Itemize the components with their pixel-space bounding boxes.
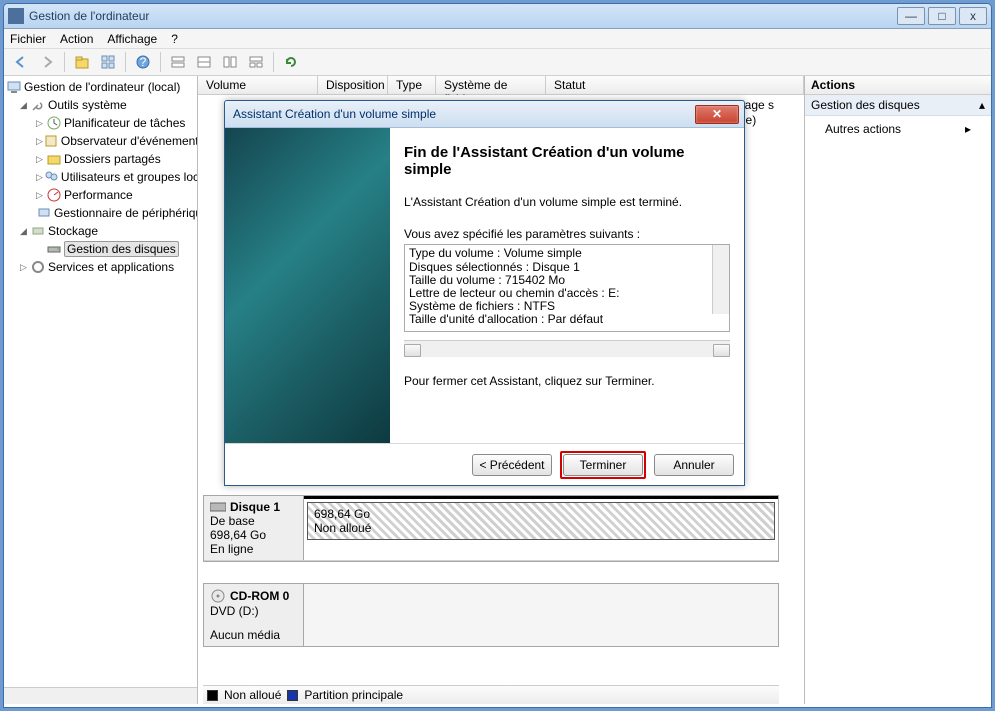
disk-icon — [46, 241, 62, 257]
wizard-done-text: L'Assistant Création d'un volume simple … — [404, 194, 730, 210]
legend: Non alloué Partition principale — [203, 685, 779, 704]
up-button[interactable] — [71, 51, 93, 73]
menu-help[interactable]: ? — [171, 32, 178, 46]
cdrom-icon — [210, 588, 226, 604]
menubar: Fichier Action Affichage ? — [4, 29, 991, 49]
tools-icon — [30, 97, 46, 113]
tree-pane: Gestion de l'ordinateur (local) ◢ Outils… — [4, 76, 198, 704]
services-icon — [30, 259, 46, 275]
wizard-banner — [225, 128, 390, 443]
disk-icon — [210, 501, 226, 513]
cancel-button[interactable]: Annuler — [654, 454, 734, 476]
collapse-icon: ▴ — [979, 98, 985, 112]
cdrom-info[interactable]: CD-ROM 0 DVD (D:) Aucun média — [204, 584, 304, 646]
tree-users[interactable]: ▷Utilisateurs et groupes locaux — [4, 168, 197, 186]
svg-text:?: ? — [140, 55, 147, 69]
wizard-buttons: < Précédent Terminer Annuler — [225, 443, 744, 485]
summary-vscroll[interactable] — [712, 245, 729, 314]
summary-hscroll[interactable] — [404, 340, 730, 357]
event-icon — [43, 133, 59, 149]
wizard-heading: Fin de l'Assistant Création d'un volume … — [404, 144, 730, 178]
close-button[interactable]: x — [959, 7, 987, 25]
finish-highlight: Terminer — [560, 451, 646, 479]
view1-button[interactable] — [167, 51, 189, 73]
volume-columns: Volume Disposition Type Système de fichi… — [198, 76, 804, 95]
forward-button[interactable] — [36, 51, 58, 73]
tree-shared[interactable]: ▷Dossiers partagés — [4, 150, 197, 168]
toolbar: ? — [4, 49, 991, 76]
disk-1-unallocated[interactable]: 698,64 Go Non alloué — [307, 502, 775, 540]
actions-diskmgmt[interactable]: Gestion des disques▴ — [805, 95, 991, 116]
wizard-params-intro: Vous avez spécifié les paramètres suivan… — [404, 226, 730, 242]
col-volume[interactable]: Volume — [198, 76, 318, 94]
titlebar[interactable]: Gestion de l'ordinateur — □ x — [4, 4, 991, 29]
cdrom-panel: CD-ROM 0 DVD (D:) Aucun média — [203, 583, 779, 647]
legend-unalloc-swatch — [207, 690, 218, 701]
tree-systools[interactable]: ◢ Outils système — [4, 96, 197, 114]
tree-devmgr[interactable]: Gestionnaire de périphériques — [4, 204, 197, 222]
actions-header: Actions — [805, 76, 991, 95]
wizard-titlebar[interactable]: Assistant Création d'un volume simple ✕ — [225, 101, 744, 128]
chevron-right-icon: ▸ — [965, 122, 971, 136]
tree-perf[interactable]: ▷Performance — [4, 186, 197, 204]
wizard-close-button[interactable]: ✕ — [695, 105, 739, 124]
col-type[interactable]: Type — [388, 76, 436, 94]
tree-diskmgmt[interactable]: Gestion des disques — [4, 240, 197, 258]
wizard-dialog: Assistant Création d'un volume simple ✕ … — [224, 100, 745, 486]
finish-button[interactable]: Terminer — [563, 454, 643, 476]
actions-pane: Actions Gestion des disques▴ Autres acti… — [805, 76, 991, 704]
menu-action[interactable]: Action — [60, 32, 93, 46]
tree-storage[interactable]: ◢Stockage — [4, 222, 197, 240]
disk-1-panel: Disque 1 De base 698,64 Go En ligne 698,… — [203, 495, 779, 562]
tree-root[interactable]: Gestion de l'ordinateur (local) — [4, 78, 197, 96]
col-fs[interactable]: Système de fichiers — [436, 76, 546, 94]
legend-unalloc-label: Non alloué — [224, 688, 281, 702]
computer-icon — [6, 79, 22, 95]
window-title: Gestion de l'ordinateur — [29, 9, 897, 23]
help-button[interactable]: ? — [132, 51, 154, 73]
app-icon — [8, 8, 24, 24]
wizard-close-instr: Pour fermer cet Assistant, cliquez sur T… — [404, 373, 730, 389]
perf-icon — [46, 187, 62, 203]
wizard-title: Assistant Création d'un volume simple — [233, 107, 695, 121]
wizard-summary: Type du volume : Volume simple Disques s… — [404, 244, 730, 332]
previous-button[interactable]: < Précédent — [472, 454, 552, 476]
clock-icon — [46, 115, 62, 131]
menu-file[interactable]: Fichier — [10, 32, 46, 46]
folder-icon — [46, 151, 62, 167]
tree-hscroll[interactable] — [4, 687, 197, 704]
view2-button[interactable] — [193, 51, 215, 73]
view3-button[interactable] — [219, 51, 241, 73]
minimize-button[interactable]: — — [897, 7, 925, 25]
tree-scheduler[interactable]: ▷Planificateur de tâches — [4, 114, 197, 132]
col-layout[interactable]: Disposition — [318, 76, 388, 94]
storage-icon — [30, 223, 46, 239]
users-icon — [43, 169, 59, 185]
view4-button[interactable] — [245, 51, 267, 73]
tree-services[interactable]: ▷Services et applications — [4, 258, 197, 276]
refresh-button[interactable] — [280, 51, 302, 73]
back-button[interactable] — [10, 51, 32, 73]
maximize-button[interactable]: □ — [928, 7, 956, 25]
menu-view[interactable]: Affichage — [107, 32, 157, 46]
device-icon — [36, 205, 52, 221]
properties-button[interactable] — [97, 51, 119, 73]
actions-other[interactable]: Autres actions▸ — [805, 116, 991, 142]
legend-primary-label: Partition principale — [304, 688, 403, 702]
col-status[interactable]: Statut — [546, 76, 804, 94]
tree-eventviewer[interactable]: ▷Observateur d'événements — [4, 132, 197, 150]
disk-1-info[interactable]: Disque 1 De base 698,64 Go En ligne — [204, 496, 304, 560]
legend-primary-swatch — [287, 690, 298, 701]
